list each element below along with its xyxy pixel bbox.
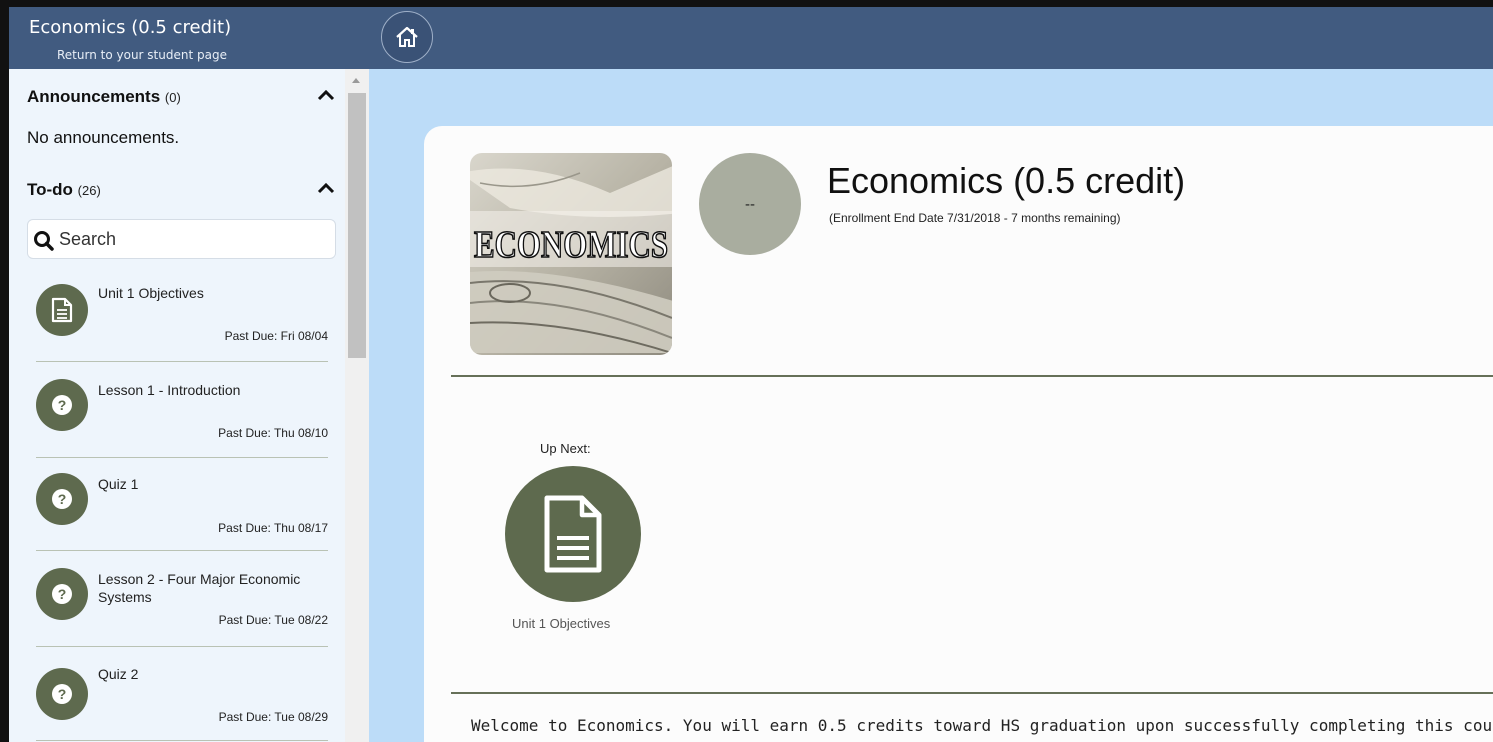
search-input[interactable] [59,226,329,252]
todo-divider [36,457,328,458]
todo-heading: To-do (26) [27,180,101,199]
collapse-announcements-chevron-up-icon[interactable] [317,89,335,101]
todo-item-due: Past Due: Tue 08/22 [218,613,328,627]
up-next-title: Unit 1 Objectives [512,616,611,631]
section-divider [451,375,1493,377]
window-frame-left [0,0,9,742]
document-icon [544,495,602,573]
course-image-text: ECONOMICS [474,224,668,266]
todo-item-lesson-2[interactable]: ? Lesson 2 - Four Major Economic Systems… [36,568,328,630]
todo-divider [36,646,328,647]
grade-circle: -- [699,153,801,255]
document-icon [51,297,73,323]
svg-text:?: ? [58,397,67,413]
todo-divider [36,740,328,741]
todo-item-title: Lesson 1 - Introduction [98,382,241,398]
todo-item-title: Lesson 2 - Four Major Economic Systems [98,571,301,605]
header-course-title: Economics (0.5 credit) [29,17,232,38]
todo-item-title: Quiz 1 [98,476,139,492]
question-icon: ? [52,584,72,604]
scroll-thumb[interactable] [348,93,366,358]
page-title: Economics (0.5 credit) [827,160,1186,201]
todo-item-quiz-2[interactable]: ? Quiz 2 Past Due: Tue 08/29 [36,663,328,724]
todo-item-icon-circle: ? [36,568,88,620]
top-header-bar: Economics (0.5 credit) Return to your st… [9,7,1493,69]
sidebar: Announcements (0) No announcements. To-d… [9,69,345,742]
sidebar-scrollbar[interactable] [345,69,369,742]
up-next-button[interactable] [505,466,641,602]
return-to-student-page-link[interactable]: Return to your student page [57,48,227,62]
welcome-text: Welcome to Economics. You will earn 0.5 … [471,716,1493,735]
todo-search-box[interactable] [27,219,336,259]
search-icon [34,231,54,251]
todo-item-lesson-1[interactable]: ? Lesson 1 - Introduction Past Due: Thu … [36,379,328,440]
economics-money-image: ECONOMICS [470,153,672,355]
scroll-up-arrow-icon[interactable] [352,78,360,83]
enrollment-info: (Enrollment End Date 7/31/2018 - 7 month… [829,211,1121,225]
todo-item-due: Past Due: Thu 08/17 [218,521,328,535]
svg-text:?: ? [58,686,67,702]
todo-item-quiz-1[interactable]: ? Quiz 1 Past Due: Thu 08/17 [36,473,328,535]
up-next-label: Up Next: [540,441,591,456]
todo-item-unit-1-objectives[interactable]: Unit 1 Objectives Past Due: Fri 08/04 [36,284,328,344]
course-image: ECONOMICS [470,153,672,355]
todo-item-icon-circle: ? [36,379,88,431]
home-button[interactable] [381,11,433,63]
todo-divider [36,550,328,551]
question-icon: ? [52,489,72,509]
todo-item-icon-circle [36,284,88,336]
window-frame-top [0,0,1493,7]
todo-item-due: Past Due: Tue 08/29 [218,710,328,724]
no-announcements-text: No announcements. [27,128,180,147]
svg-text:?: ? [58,491,67,507]
todo-item-icon-circle: ? [36,668,88,720]
announcements-count: (0) [164,90,181,105]
question-icon: ? [52,684,72,704]
home-icon [396,26,418,47]
todo-item-due: Past Due: Fri 08/04 [224,329,328,343]
todo-item-title: Quiz 2 [98,666,139,682]
todo-item-icon-circle: ? [36,473,88,525]
collapse-todo-chevron-up-icon[interactable] [317,182,335,194]
svg-text:?: ? [58,586,67,602]
todo-count: (26) [77,183,101,198]
question-icon: ? [52,395,72,415]
section-divider [451,692,1493,694]
todo-item-title: Unit 1 Objectives [98,285,204,301]
todo-divider [36,361,328,362]
announcements-heading: Announcements (0) [27,87,181,106]
todo-item-due: Past Due: Thu 08/10 [218,426,328,440]
